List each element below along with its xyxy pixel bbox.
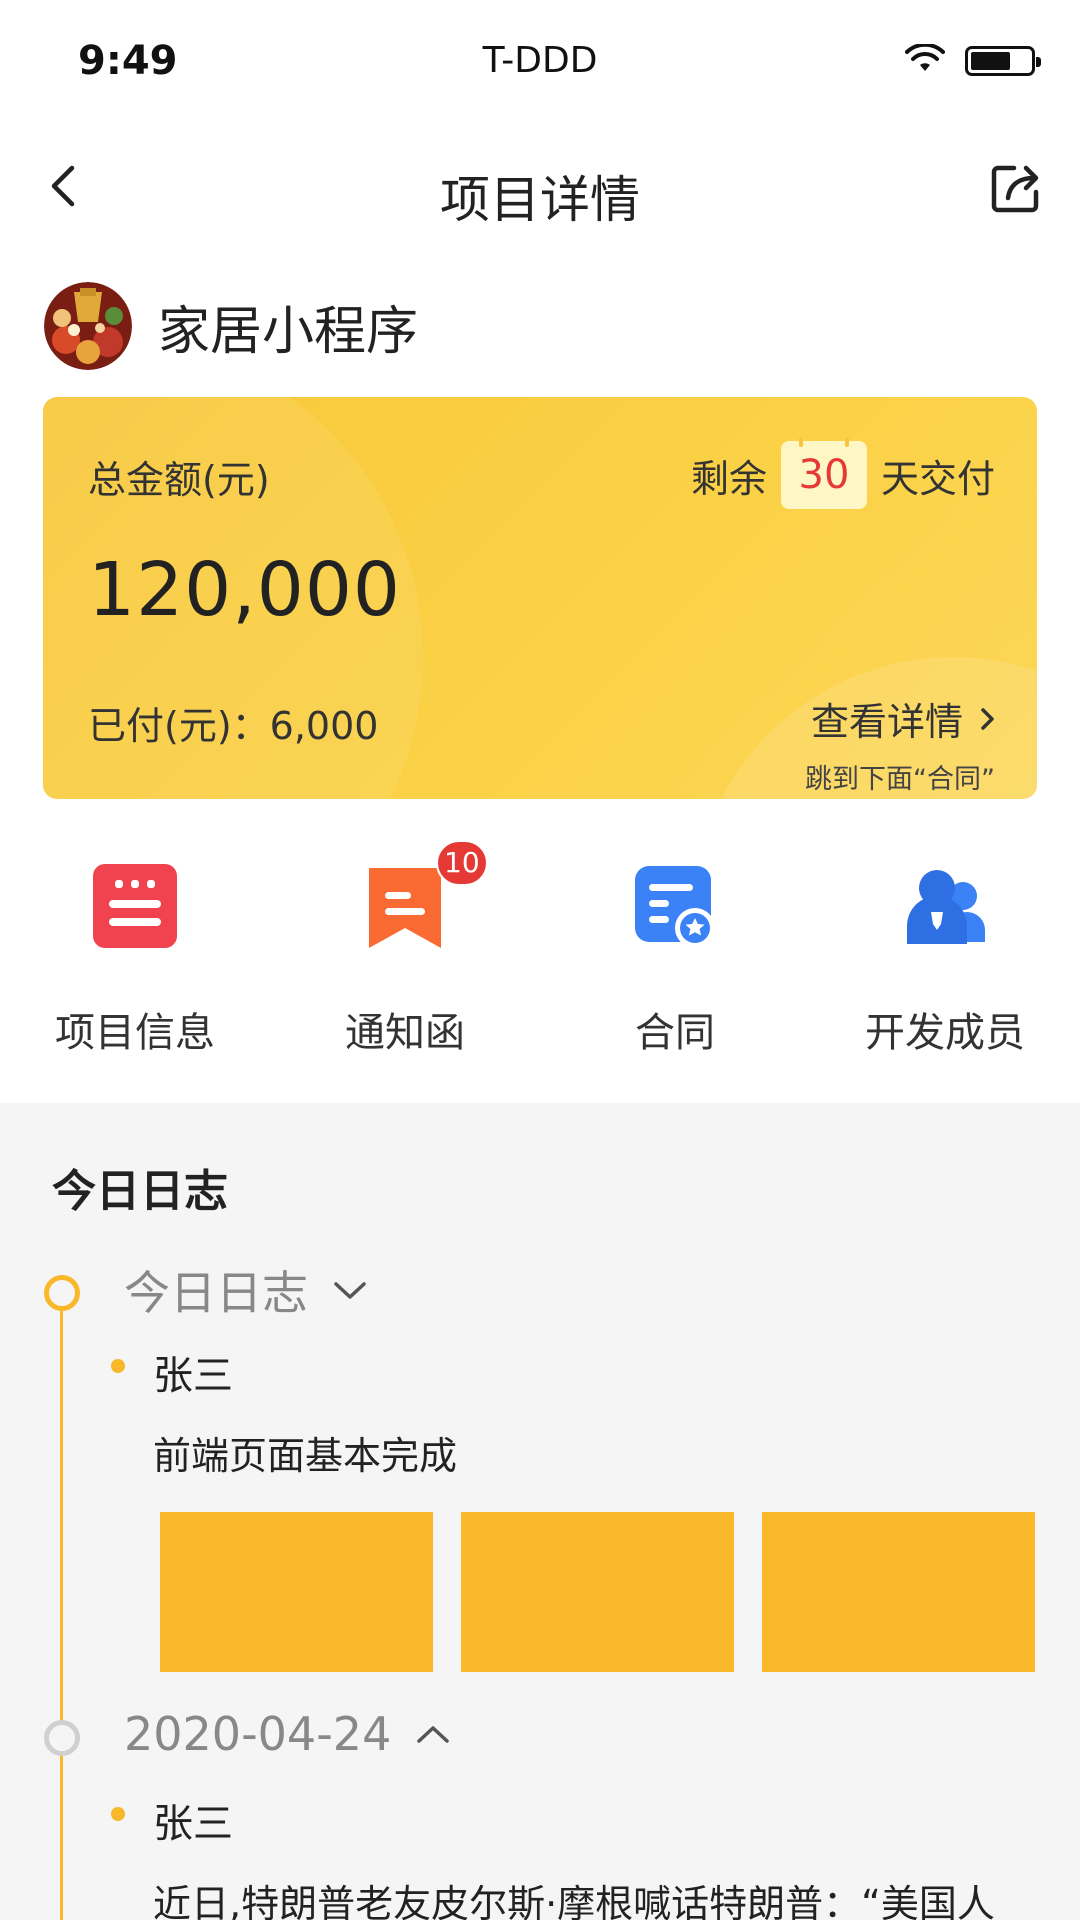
log-image[interactable] [461,1512,734,1672]
timeline-node-active [44,1275,80,1311]
log-text: 近日,特朗普老友皮尔斯·摩根喊话特朗普：“美国人 [153,1882,995,1920]
chevron-right-icon [981,707,994,730]
log-images [160,1512,1035,1672]
page-title: 项目详情 [440,171,640,229]
jump-note: 跳到下面“合同” [805,764,995,795]
section-title: 今日日志 [52,1166,228,1217]
chevron-up-icon [417,1726,450,1743]
remaining-days-badge: 30 [780,437,867,509]
status-bar: 9:49 T-DDD [0,0,1080,120]
total-amount-label: 总金额(元) [88,458,270,502]
quick-actions: 项目信息 10 通知函 合同 开发成员 [0,840,1080,1080]
project-info-label: 项目信息 [55,1010,215,1056]
log-image[interactable] [762,1512,1035,1672]
wifi-icon [905,42,945,78]
avatar [44,282,132,370]
log-entry-header[interactable]: 2020-04-24 [124,1707,451,1761]
log-image[interactable] [160,1512,433,1672]
dev-members-button[interactable]: 开发成员 [810,840,1080,1080]
list-icon [93,864,177,948]
status-icons [905,42,1041,78]
notice-button[interactable]: 10 通知函 [270,840,540,1080]
nav-bar: 项目详情 [0,130,1080,250]
log-entry-header[interactable]: 今日日志 [124,1257,368,1323]
log-entry-title: 今日日志 [124,1266,308,1320]
project-name: 家居小程序 [158,301,419,362]
contract-button[interactable]: 合同 [540,840,810,1080]
contract-icon [635,866,715,948]
share-icon [991,165,1039,213]
remaining-suffix: 天交付 [880,456,995,501]
bookmark-icon [369,868,441,948]
total-amount: 120,000 [88,547,402,633]
bullet-dot [111,1807,125,1821]
view-details-link[interactable]: 查看详情 [811,691,999,746]
bullet-dot [111,1359,125,1373]
notice-label: 通知函 [345,1010,465,1056]
team-icon [907,870,985,944]
log-author: 张三 [153,1353,233,1399]
project-header: 家居小程序 [44,282,418,370]
paid-amount: 已付(元)：6,000 [88,704,379,748]
contract-label: 合同 [635,1010,715,1056]
remaining-prefix: 剩余 [690,456,767,501]
view-details-label: 查看详情 [810,700,963,744]
project-info-button[interactable]: 项目信息 [0,840,270,1080]
remaining-days: 剩余 30 天交付 [690,437,995,509]
timeline-line [60,1296,63,1920]
log-entry-date: 2020-04-24 [124,1707,392,1761]
log-author: 张三 [153,1801,233,1847]
daily-log-section: 今日日志 今日日志 张三 前端页面基本完成 2020-04-24 张三 近日,特… [0,1103,1080,1920]
summary-card: 总金额(元) 剩余 30 天交付 120,000 已付(元)：6,000 查看详… [43,397,1037,799]
share-button[interactable] [988,160,1044,216]
dev-members-label: 开发成员 [865,1010,1025,1056]
notice-badge: 10 [436,840,488,886]
timeline-node-inactive [44,1720,80,1756]
log-text: 前端页面基本完成 [153,1434,458,1478]
battery-icon [965,46,1041,76]
chevron-down-icon [334,1282,366,1299]
